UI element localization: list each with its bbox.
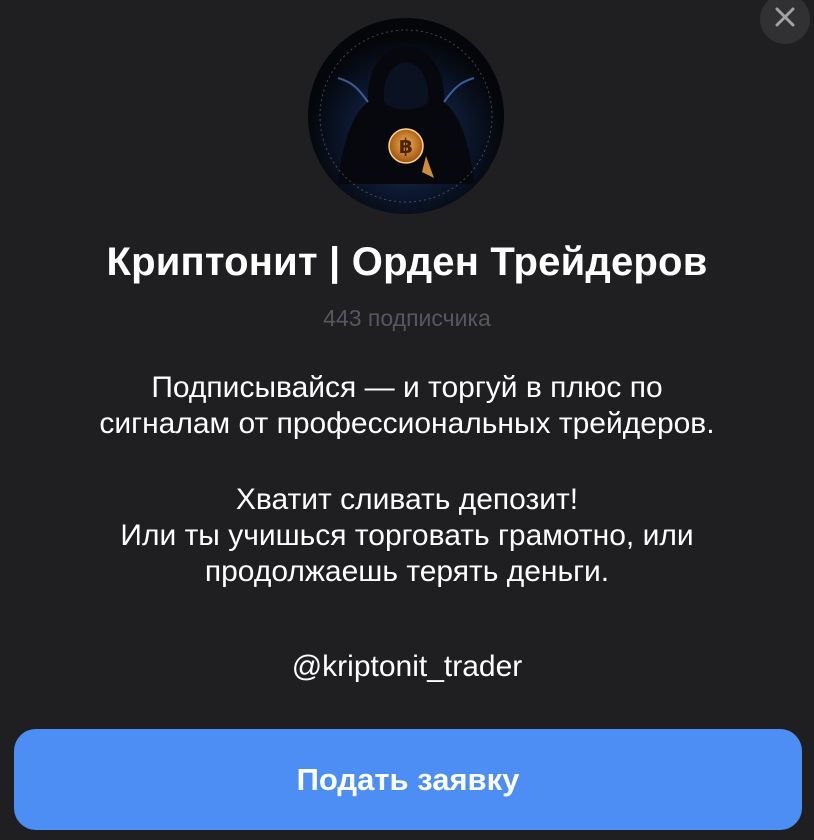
channel-handle-link[interactable]: @kriptonit_trader xyxy=(0,650,814,684)
description-line: Или ты учишься торговать грамотно, или xyxy=(120,519,694,552)
close-button[interactable] xyxy=(760,0,810,44)
submit-request-button[interactable]: Подать заявку xyxy=(14,729,802,830)
description-line: продолжаешь терять деньги. xyxy=(204,555,610,588)
subscriber-count: 443 подписчика xyxy=(323,305,491,331)
channel-description: Подписывайся — и торгуй в плюс по сигнал… xyxy=(40,370,774,590)
channel-avatar: ฿ xyxy=(308,18,504,214)
channel-title: Криптонит | Орден Трейдеров xyxy=(106,240,708,284)
channel-join-sheet: ฿ Криптонит | Орден Трейдеров 443 подпис… xyxy=(0,0,814,840)
description-line: Подписывайся — и торгуй в плюс по xyxy=(151,371,663,404)
svg-text:฿: ฿ xyxy=(399,134,413,158)
close-icon xyxy=(773,5,797,34)
description-line: Хватит сливать депозит! xyxy=(235,483,579,516)
description-line: сигналам от профессиональных трейдеров. xyxy=(99,407,715,440)
